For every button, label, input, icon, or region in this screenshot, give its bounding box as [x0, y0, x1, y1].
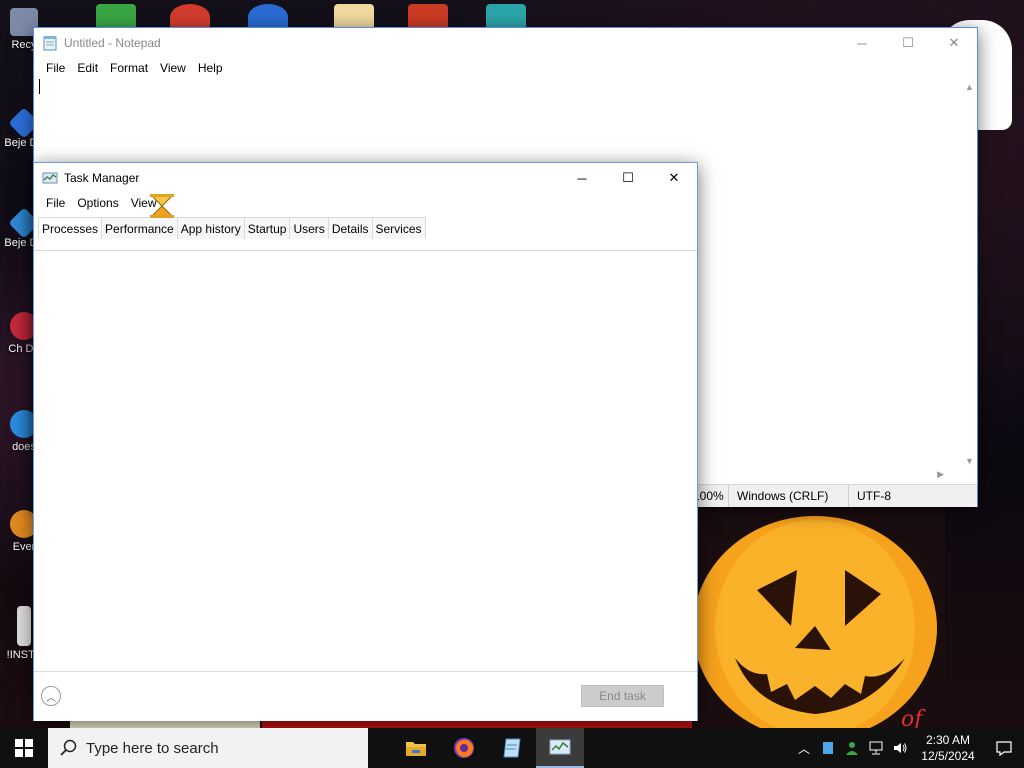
task-manager-footer: ︿ End task: [34, 671, 697, 721]
close-icon: ✕: [668, 170, 680, 185]
tab-performance[interactable]: Performance: [101, 217, 178, 239]
app-tray-icon: [823, 742, 833, 754]
window-title: Task Manager: [64, 171, 140, 185]
clock[interactable]: 2:30 AM 12/5/2024: [912, 732, 984, 764]
taskbar-notepad[interactable]: [488, 728, 536, 768]
windows-logo-icon: [15, 739, 33, 757]
task-manager-window[interactable]: Task Manager ─ ☐ ✕ File Options View Pro…: [33, 162, 698, 721]
maximize-icon: ☐: [902, 35, 914, 50]
system-tray: ︿ 2:30 AM 12/5/2024: [792, 728, 1024, 768]
installer-icon: [17, 606, 31, 646]
menu-view[interactable]: View: [154, 61, 192, 75]
taskbar-firefox[interactable]: [440, 728, 488, 768]
maximize-button[interactable]: ☐: [885, 28, 931, 58]
notepad-icon: [43, 36, 57, 51]
taskbar: Type here to search ︿ 2:30 AM 12/5/2024: [0, 728, 1024, 768]
volume-icon: [894, 743, 907, 753]
scroll-down-icon[interactable]: ▼: [965, 456, 974, 466]
busy-cursor-icon: [150, 194, 174, 218]
processes-list[interactable]: [34, 251, 697, 671]
task-manager-icon: [42, 172, 58, 184]
maximize-icon: ☐: [622, 170, 634, 185]
notepad-menubar: File Edit Format View Help: [34, 58, 977, 78]
notepad-titlebar[interactable]: Untitled - Notepad ─ ☐ ✕: [34, 28, 977, 58]
minimize-icon: ─: [857, 35, 867, 51]
action-center-button[interactable]: [984, 728, 1024, 768]
maximize-button[interactable]: ☐: [605, 163, 651, 193]
clock-date: 12/5/2024: [921, 749, 975, 763]
notepad-icon: [503, 738, 521, 758]
scroll-up-icon[interactable]: ▲: [965, 82, 974, 92]
menu-edit[interactable]: Edit: [71, 61, 104, 75]
close-button[interactable]: ✕: [651, 163, 697, 193]
status-line-ending: Windows (CRLF): [728, 485, 848, 507]
show-hidden-icons-button[interactable]: ︿: [792, 728, 816, 768]
clock-time: 2:30 AM: [925, 733, 971, 747]
window-title: Untitled - Notepad: [64, 36, 161, 50]
tab-users[interactable]: Users: [289, 217, 329, 239]
chevron-up-icon: ︿: [797, 741, 810, 756]
search-icon: [60, 739, 77, 756]
vertical-scrollbar[interactable]: ▲ ▼: [963, 78, 977, 496]
close-button[interactable]: ✕: [931, 28, 977, 58]
start-button[interactable]: [0, 728, 48, 768]
close-icon: ✕: [948, 35, 960, 50]
taskbar-task-manager[interactable]: [536, 728, 584, 768]
status-encoding: UTF-8: [848, 485, 958, 507]
tab-services[interactable]: Services: [371, 217, 426, 239]
search-placeholder: Type here to search: [86, 739, 219, 757]
minimize-button[interactable]: ─: [559, 163, 605, 193]
taskbar-file-explorer[interactable]: [392, 728, 440, 768]
task-manager-titlebar[interactable]: Task Manager ─ ☐ ✕: [34, 163, 697, 193]
folder-icon: [406, 742, 426, 756]
tab-app-history[interactable]: App history: [176, 217, 245, 239]
tray-volume[interactable]: [888, 728, 912, 768]
taskbar-search-box[interactable]: Type here to search: [48, 728, 368, 768]
task-manager-tabs: Processes Performance App history Startu…: [34, 215, 697, 251]
tray-network[interactable]: [864, 728, 888, 768]
minimize-icon: ─: [577, 170, 587, 186]
notification-icon: [996, 741, 1012, 756]
scroll-right-icon[interactable]: ▶: [937, 469, 944, 480]
menu-help[interactable]: Help: [192, 61, 229, 75]
minimize-button[interactable]: ─: [839, 28, 885, 58]
menu-options[interactable]: Options: [71, 196, 124, 210]
network-icon: [869, 741, 883, 755]
chevron-up-icon: ︿: [46, 692, 56, 704]
task-manager-menubar: File Options View: [34, 193, 697, 213]
text-caret: [39, 79, 40, 94]
task-manager-icon: [549, 739, 571, 755]
tray-people[interactable]: [840, 728, 864, 768]
menu-file[interactable]: File: [40, 196, 71, 210]
end-task-button[interactable]: End task: [581, 685, 664, 707]
pumpkin-wallpaper: of: [695, 508, 945, 728]
tab-processes[interactable]: Processes: [38, 217, 103, 239]
firefox-icon: [454, 738, 474, 758]
tray-app-blue[interactable]: [816, 728, 840, 768]
tab-startup[interactable]: Startup: [243, 217, 291, 239]
people-icon: [846, 742, 858, 755]
fewer-details-button[interactable]: ︿: [41, 686, 61, 706]
menu-file[interactable]: File: [40, 61, 71, 75]
menu-format[interactable]: Format: [104, 61, 154, 75]
tab-details[interactable]: Details: [327, 217, 373, 239]
